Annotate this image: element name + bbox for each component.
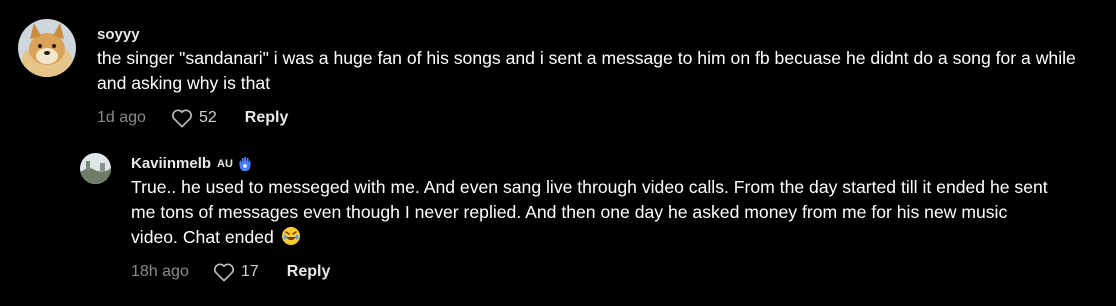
reply-text: True.. he used to messeged with me. And … <box>131 175 1051 250</box>
heart-icon <box>214 263 234 282</box>
reply-time: 18h ago <box>131 263 189 280</box>
reply-meta: 18h ago 17 Reply <box>131 260 1051 284</box>
reply-username[interactable]: Kaviinmelb AU <box>131 155 1051 173</box>
reply-button[interactable]: Reply <box>245 109 289 127</box>
username-text[interactable]: soyyy <box>97 26 140 44</box>
comment-thread: soyyy the singer "sandanari" i was a hug… <box>0 0 1116 306</box>
region-badge: AU <box>217 158 233 170</box>
like-button[interactable]: 17 <box>213 262 259 282</box>
shiba-dog-avatar <box>18 19 76 77</box>
landscape-avatar <box>80 153 111 184</box>
comment-time: 1d ago <box>97 109 146 126</box>
user-avatar[interactable] <box>18 19 76 77</box>
comment-meta: 1d ago 52 Reply <box>97 106 1097 130</box>
hamsa-icon <box>237 156 253 172</box>
comment: soyyy the singer "sandanari" i was a hug… <box>18 19 1097 130</box>
rolling-laughing-emoji <box>281 226 301 246</box>
comment-username[interactable]: soyyy <box>97 26 1097 44</box>
username-text[interactable]: Kaviinmelb <box>131 155 211 173</box>
reply-text-content: True.. he used to messeged with me. And … <box>131 177 1048 247</box>
reply-comment: Kaviinmelb AU True.. he used to messeged… <box>80 153 1051 284</box>
reply-button[interactable]: Reply <box>287 263 331 281</box>
like-button[interactable]: 52 <box>171 108 217 128</box>
user-avatar[interactable] <box>80 153 111 184</box>
heart-icon <box>172 109 192 128</box>
like-count: 52 <box>199 109 217 126</box>
comment-text: the singer "sandanari" i was a huge fan … <box>97 48 1076 93</box>
like-count: 17 <box>241 263 259 280</box>
